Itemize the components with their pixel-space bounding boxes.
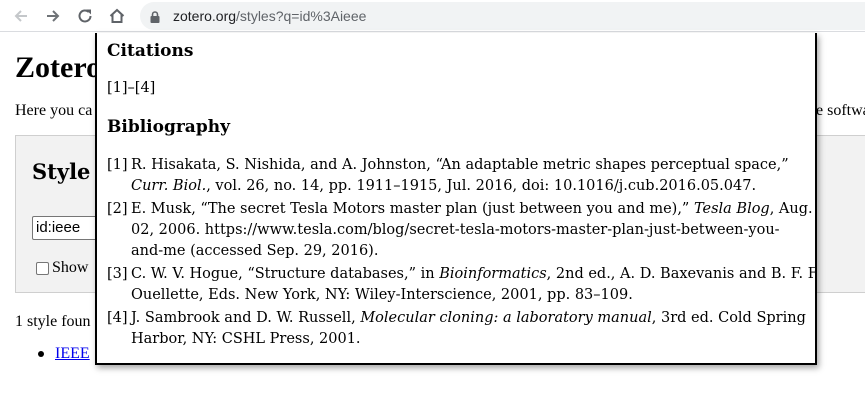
entry-number: [3] [107, 266, 128, 282]
show-checkbox[interactable] [36, 261, 49, 275]
bullet [38, 351, 44, 357]
bibliography-entry: [1] R. Hisakata, S. Nishida, and A. John… [107, 155, 807, 197]
bibliography-entry: [4] J. Sambrook and D. W. Russell, Molec… [107, 308, 807, 350]
entry-line: Harbor, NY: CSHL Press, 2001. [131, 331, 361, 347]
address-bar[interactable]: zotero.org/styles?q=id%3Aieee [140, 2, 865, 30]
entry-text: J. Sambrook and D. W. Russell, [131, 310, 361, 326]
entry-line: 02, 2006. https://www.tesla.com/blog/sec… [131, 222, 780, 238]
back-icon[interactable] [9, 4, 33, 28]
entry-italic: Bioinformatics [439, 266, 547, 282]
entry-number: [4] [107, 310, 128, 326]
browser-toolbar: zotero.org/styles?q=id%3Aieee [0, 0, 865, 32]
citations-heading: Citations [107, 41, 194, 61]
show-option[interactable]: Show [36, 258, 88, 278]
forward-icon[interactable] [41, 4, 65, 28]
home-icon[interactable] [105, 4, 129, 28]
entry-text: E. Musk, “The secret Tesla Motors master… [131, 201, 694, 217]
entry-line: C. W. V. Hogue, “Structure databases,” i… [131, 264, 815, 285]
entry-line: Curr. Biol., vol. 26, no. 14, pp. 1911–1… [131, 176, 807, 197]
entry-line: Ouellette, Eds. New York, NY: Wiley-Inte… [131, 287, 633, 303]
entry-italic: Tesla Blog [693, 201, 770, 217]
entry-line: R. Hisakata, S. Nishida, and A. Johnston… [131, 157, 789, 173]
intro-text-tail: e softwa [816, 102, 865, 119]
entry-text: C. W. V. Hogue, “Structure databases,” i… [131, 266, 440, 282]
url-path: /styles?q=id%3Aieee [236, 8, 367, 24]
bibliography-list: [1] R. Hisakata, S. Nishida, and A. John… [107, 155, 815, 352]
bibliography-heading: Bibliography [107, 117, 230, 137]
result-count: 1 style foun [15, 313, 91, 330]
url-domain: zotero.org [173, 8, 237, 24]
entry-line: J. Sambrook and D. W. Russell, Molecular… [131, 308, 807, 329]
entry-number: [1] [107, 157, 128, 173]
entry-text: , 3rd ed. Cold Spring [651, 310, 806, 326]
bibliography-entry: [2] E. Musk, “The secret Tesla Motors ma… [107, 199, 813, 262]
entry-italic: Molecular cloning: a laboratory manual [360, 310, 652, 326]
lock-icon[interactable] [148, 9, 162, 23]
entry-text: , vol. 26, no. 14, pp. 1911–1915, Jul. 2… [206, 178, 757, 194]
citation-text: [1]–[4] [107, 80, 156, 96]
entry-text: , Aug. [769, 201, 813, 217]
show-label: Show [52, 259, 89, 276]
entry-italic: Curr. Biol. [131, 178, 207, 194]
url-text[interactable]: zotero.org/styles?q=id%3Aieee [173, 7, 366, 25]
entry-line: E. Musk, “The secret Tesla Motors master… [131, 199, 813, 220]
page-title: Zotero [15, 51, 102, 84]
entry-number: [2] [107, 201, 128, 217]
list-item: IEEE [35, 344, 90, 364]
bibliography-entry: [3] C. W. V. Hogue, “Structure databases… [107, 264, 815, 306]
style-preview-popup: Citations [1]–[4] Bibliography [1] R. Hi… [95, 33, 817, 365]
reload-icon[interactable] [73, 4, 97, 28]
style-link-ieee[interactable]: IEEE [55, 345, 90, 362]
entry-text: , 2nd ed., A. D. Baxevanis and B. F. F. [546, 266, 817, 282]
entry-line: and-me (accessed Sep. 29, 2016). [131, 243, 379, 259]
intro-text: Here you ca [15, 102, 93, 119]
result-list: IEEE [35, 344, 90, 364]
